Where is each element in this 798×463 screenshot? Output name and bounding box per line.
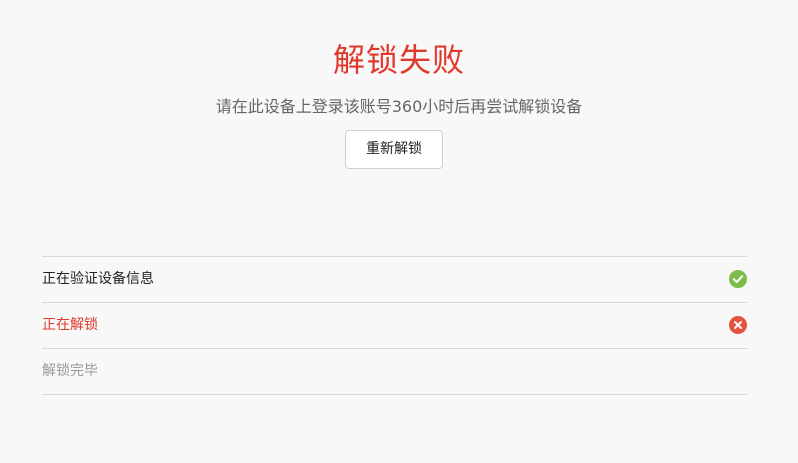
step-unlock-complete: 解锁完毕 bbox=[42, 349, 747, 395]
step-label: 正在解锁 bbox=[42, 317, 98, 333]
step-unlocking: 正在解锁 bbox=[42, 303, 747, 349]
check-circle-icon bbox=[729, 270, 747, 288]
unlock-steps-list: 正在验证设备信息 正在解锁 解锁完毕 bbox=[42, 256, 747, 395]
step-verify-device: 正在验证设备信息 bbox=[42, 257, 747, 303]
close-circle-icon bbox=[729, 316, 747, 334]
retry-unlock-button[interactable]: 重新解锁 bbox=[345, 130, 443, 169]
step-label: 正在验证设备信息 bbox=[42, 271, 154, 287]
page-title: 解锁失败 bbox=[332, 41, 465, 79]
result-message: 请在此设备上登录该账号360小时后再尝试解锁设备 bbox=[215, 97, 583, 116]
step-label: 解锁完毕 bbox=[42, 363, 98, 379]
unlock-result-page: 解锁失败 请在此设备上登录该账号360小时后再尝试解锁设备 重新解锁 正在验证设… bbox=[0, 0, 798, 463]
